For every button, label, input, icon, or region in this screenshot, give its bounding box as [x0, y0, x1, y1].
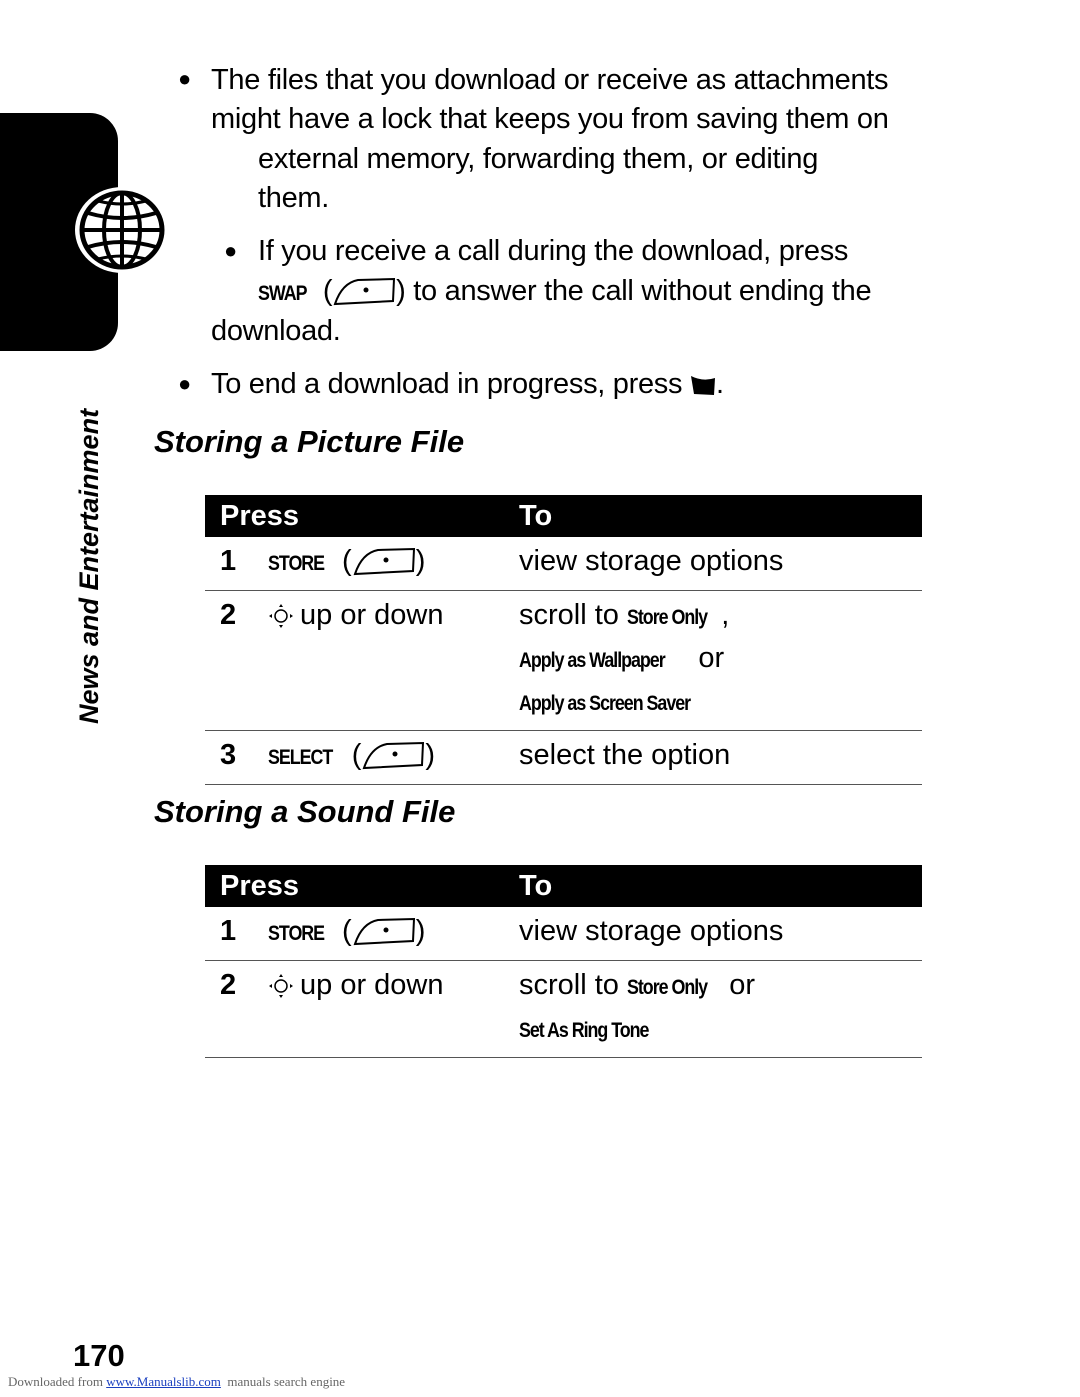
soft-key-icon — [353, 548, 415, 576]
option-set-ring-tone: Set As Ring Tone — [519, 1019, 649, 1042]
bullet-1-line-2: might have a lock that keeps you from sa… — [211, 103, 889, 135]
store-key-label: STORE — [268, 922, 325, 945]
soft-key-icon — [333, 278, 396, 306]
option-store-only: Store Only — [626, 606, 708, 629]
bullet-1-line-1: The files that you download or receive a… — [211, 64, 889, 96]
store-key-label: STORE — [268, 552, 325, 575]
table-row: 2 up or down scroll to Store Only, Apply… — [205, 590, 922, 731]
option-store-only: Store Only — [626, 976, 708, 999]
soft-key-icon — [362, 742, 425, 770]
manualslib-link[interactable]: www.Manualslib.com — [106, 1374, 221, 1389]
table-row: 2 up or down scroll to Store Only or Set… — [205, 960, 922, 1058]
sound-steps-table: Press To 1 STORE () view storage options… — [205, 865, 922, 1058]
section-title-picture: Storing a Picture File — [154, 424, 465, 459]
table-header: Press To — [205, 865, 922, 907]
select-key-label: SELECT — [268, 746, 333, 769]
bullet-3: To end a download in progress, press . — [211, 368, 724, 400]
bullet-icon: ● — [178, 66, 192, 91]
bullet-2-line-3: download. — [211, 315, 341, 347]
bullet-2-line-2: SWAP () to answer the call without endin… — [258, 271, 872, 314]
picture-steps-table: Press To 1 STORE () view storage options… — [205, 495, 922, 785]
table-row: 1 STORE () view storage options — [205, 537, 922, 591]
swap-key-label: SWAP — [258, 282, 308, 305]
page-number: 170 — [73, 1338, 125, 1373]
soft-key-icon — [353, 918, 415, 946]
section-title-sound: Storing a Sound File — [154, 794, 456, 829]
footer: Downloaded from www.Manualslib.com manua… — [8, 1374, 346, 1389]
bullet-1-line-3: external memory, forwarding them, or edi… — [258, 143, 819, 175]
header-to: To — [506, 495, 922, 537]
nav-key-icon — [269, 974, 293, 999]
nav-key-icon — [269, 604, 293, 629]
globe-icon — [75, 187, 169, 273]
bullet-icon: ● — [178, 371, 192, 396]
header-to: To — [506, 865, 922, 907]
option-apply-wallpaper: Apply as Wallpaper — [519, 649, 666, 672]
header-press: Press — [205, 495, 506, 537]
section-side-label: News and Entertainment — [74, 408, 104, 724]
bullet-1-line-4: them. — [258, 182, 330, 214]
end-key-icon — [690, 376, 715, 396]
table-header: Press To — [205, 495, 922, 537]
bullet-2-line-1: If you receive a call during the downloa… — [258, 235, 849, 267]
option-apply-screen-saver: Apply as Screen Saver — [519, 692, 691, 715]
bullet-icon: ● — [224, 238, 238, 263]
table-row: 3 SELECT () select the option — [205, 730, 922, 785]
header-press: Press — [205, 865, 506, 907]
table-row: 1 STORE () view storage options — [205, 907, 922, 961]
